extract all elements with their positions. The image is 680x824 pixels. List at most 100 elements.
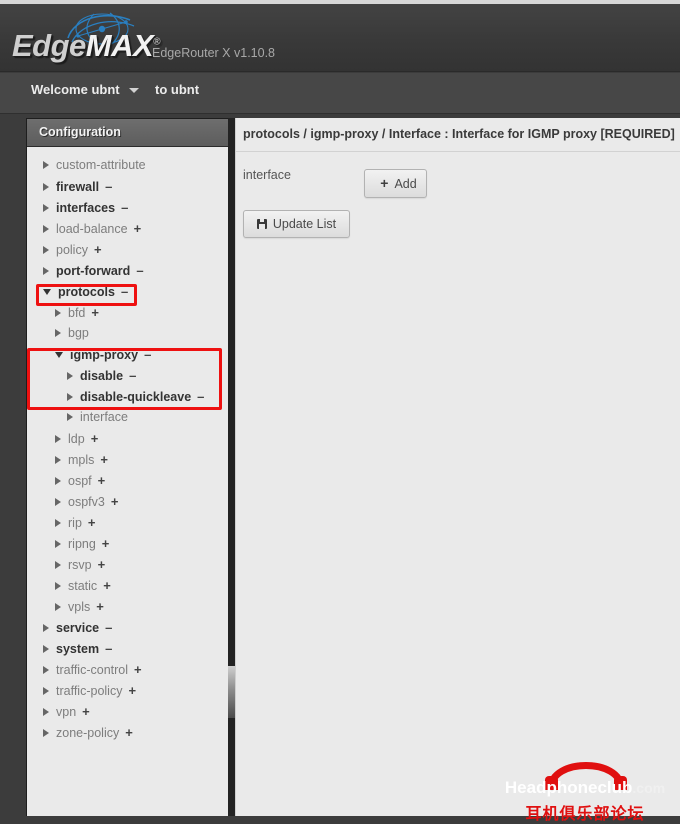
- chevron-right-icon[interactable]: [43, 728, 49, 737]
- chevron-right-icon[interactable]: [43, 245, 49, 254]
- tree-item-bgp[interactable]: bgp: [27, 323, 233, 344]
- tree-item-service[interactable]: service –: [27, 617, 233, 638]
- chevron-down-icon[interactable]: [55, 351, 63, 358]
- chevron-right-icon[interactable]: [55, 455, 61, 464]
- expand-plus-icon[interactable]: +: [134, 659, 142, 680]
- chevron-right-icon[interactable]: [55, 497, 61, 506]
- chevron-right-icon[interactable]: [43, 203, 49, 212]
- expand-plus-icon[interactable]: +: [91, 302, 99, 323]
- tree-item-mpls[interactable]: mpls +: [27, 449, 233, 470]
- tree-item-port-forward[interactable]: port-forward –: [27, 260, 233, 281]
- tree-item-rsvp[interactable]: rsvp +: [27, 554, 233, 575]
- tree-item-label: policy: [56, 243, 88, 257]
- tree-item-bfd[interactable]: bfd +: [27, 302, 233, 323]
- sidebar-scrollbar-track[interactable]: [228, 118, 235, 816]
- expand-plus-icon[interactable]: +: [125, 722, 133, 743]
- expand-plus-icon[interactable]: +: [96, 596, 104, 617]
- expand-plus-icon[interactable]: +: [91, 428, 99, 449]
- tree-item-interfaces[interactable]: interfaces –: [27, 197, 233, 218]
- tree-item-custom-attribute[interactable]: custom-attribute: [27, 155, 233, 176]
- tree-item-static[interactable]: static +: [27, 575, 233, 596]
- collapse-minus-icon[interactable]: –: [136, 260, 143, 281]
- add-button[interactable]: + Add: [364, 169, 427, 198]
- configuration-sidebar: Configuration custom-attribute firewall – i…: [26, 118, 234, 816]
- tree-item-zone-policy[interactable]: zone-policy +: [27, 722, 233, 743]
- tree-item-ripng[interactable]: ripng +: [27, 533, 233, 554]
- chevron-right-icon[interactable]: [43, 707, 49, 716]
- tree-item-vpls[interactable]: vpls +: [27, 596, 233, 617]
- expand-plus-icon[interactable]: +: [103, 575, 111, 596]
- tree-item-interface[interactable]: interface: [27, 407, 233, 428]
- chevron-right-icon[interactable]: [55, 476, 61, 485]
- tree-item-label: rip: [68, 516, 82, 530]
- chevron-right-icon[interactable]: [55, 581, 61, 590]
- tree-item-vpn[interactable]: vpn +: [27, 701, 233, 722]
- chevron-right-icon[interactable]: [55, 434, 61, 443]
- chevron-right-icon[interactable]: [43, 623, 49, 632]
- expand-plus-icon[interactable]: +: [128, 680, 136, 701]
- tree-item-label: traffic-policy: [56, 684, 123, 698]
- collapse-minus-icon[interactable]: –: [129, 365, 136, 386]
- chevron-right-icon[interactable]: [43, 266, 49, 275]
- chevron-right-icon[interactable]: [43, 224, 49, 233]
- chevron-right-icon[interactable]: [43, 644, 49, 653]
- chevron-right-icon[interactable]: [55, 308, 61, 317]
- chevron-right-icon[interactable]: [43, 686, 49, 695]
- collapse-minus-icon[interactable]: –: [105, 176, 112, 197]
- welcome-user-menu[interactable]: Welcome ubnt: [31, 82, 139, 97]
- tree-item-label: igmp-proxy: [70, 348, 139, 362]
- collapse-minus-icon[interactable]: –: [144, 344, 151, 365]
- expand-plus-icon[interactable]: +: [111, 491, 119, 512]
- sidebar-scrollbar-thumb[interactable]: [228, 666, 235, 718]
- chevron-right-icon[interactable]: [67, 371, 73, 380]
- chevron-down-icon[interactable]: [43, 288, 51, 295]
- update-list-button[interactable]: Update List: [243, 210, 350, 238]
- tree-item-rip[interactable]: rip +: [27, 512, 233, 533]
- expand-plus-icon[interactable]: +: [88, 512, 96, 533]
- expand-plus-icon[interactable]: +: [98, 470, 106, 491]
- tree-item-label: zone-policy: [56, 726, 120, 740]
- tree-item-traffic-policy[interactable]: traffic-policy +: [27, 680, 233, 701]
- collapse-minus-icon[interactable]: –: [121, 281, 128, 302]
- collapse-minus-icon[interactable]: –: [197, 386, 204, 407]
- tree-item-disable-quickleave[interactable]: disable-quickleave –: [27, 386, 233, 407]
- tree-item-system[interactable]: system –: [27, 638, 233, 659]
- chevron-right-icon[interactable]: [67, 392, 73, 401]
- tree-item-policy[interactable]: policy +: [27, 239, 233, 260]
- collapse-minus-icon[interactable]: –: [105, 617, 112, 638]
- tree-item-ospfv3[interactable]: ospfv3 +: [27, 491, 233, 512]
- expand-plus-icon[interactable]: +: [134, 218, 142, 239]
- expand-plus-icon[interactable]: +: [94, 239, 102, 260]
- tree-item-label: service: [56, 621, 100, 635]
- chevron-right-icon[interactable]: [67, 412, 73, 421]
- expand-plus-icon[interactable]: +: [102, 533, 110, 554]
- tree-item-traffic-control[interactable]: traffic-control +: [27, 659, 233, 680]
- chevron-right-icon[interactable]: [55, 328, 61, 337]
- tree-item-igmp-proxy[interactable]: igmp-proxy –: [27, 344, 233, 365]
- chevron-right-icon[interactable]: [55, 518, 61, 527]
- tree-item-ldp[interactable]: ldp +: [27, 428, 233, 449]
- chevron-right-icon[interactable]: [43, 160, 49, 169]
- chevron-right-icon[interactable]: [43, 665, 49, 674]
- tree-item-protocols[interactable]: protocols –: [27, 281, 233, 302]
- expand-plus-icon[interactable]: +: [100, 449, 108, 470]
- tree-item-disable[interactable]: disable –: [27, 365, 233, 386]
- tree-item-label: system: [56, 642, 100, 656]
- collapse-minus-icon[interactable]: –: [105, 638, 112, 659]
- chevron-right-icon[interactable]: [43, 182, 49, 191]
- chevron-right-icon[interactable]: [55, 602, 61, 611]
- tree-item-label: protocols: [58, 285, 115, 299]
- chevron-right-icon[interactable]: [55, 560, 61, 569]
- brand-header: EdgeMAX® EdgeRouter X v1.10.8: [0, 4, 680, 72]
- expand-plus-icon[interactable]: +: [98, 554, 106, 575]
- tree-item-ospf[interactable]: ospf +: [27, 470, 233, 491]
- tree-item-firewall[interactable]: firewall –: [27, 176, 233, 197]
- tree-item-load-balance[interactable]: load-balance +: [27, 218, 233, 239]
- add-button-label: Add: [394, 177, 417, 191]
- sidebar-title-bar: Configuration: [27, 119, 233, 147]
- expand-plus-icon[interactable]: +: [82, 701, 90, 722]
- chevron-right-icon[interactable]: [55, 539, 61, 548]
- collapse-minus-icon[interactable]: –: [121, 197, 128, 218]
- tree-item-label: disable: [80, 369, 124, 383]
- edgemax-logo: EdgeMAX®: [12, 10, 161, 68]
